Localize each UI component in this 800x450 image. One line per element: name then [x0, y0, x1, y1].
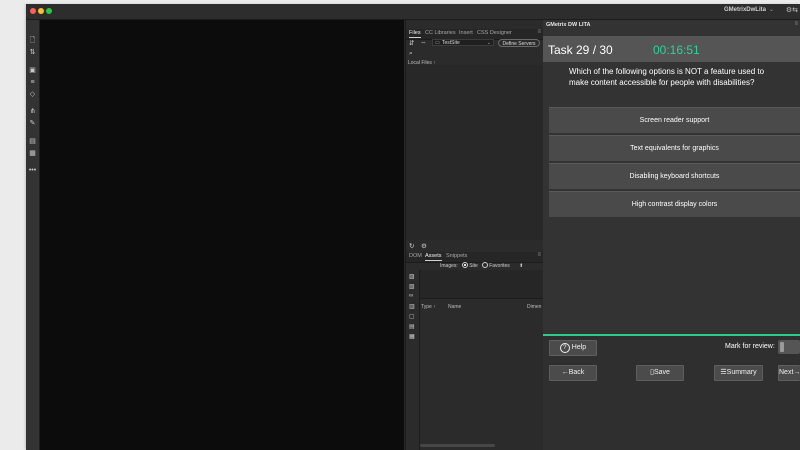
- link-icon[interactable]: ⋔: [27, 107, 38, 117]
- quiz-panel: GMetrix DW LITA ≡ Task 29 / 30 00:16:51 …: [543, 20, 800, 450]
- minimize-window-button[interactable]: [38, 8, 44, 14]
- connect-icon[interactable]: ⇔: [420, 39, 427, 46]
- quiz-panel-menu-icon[interactable]: ≡: [794, 21, 798, 27]
- align-icon[interactable]: ≡: [27, 78, 38, 88]
- column-name[interactable]: Name: [448, 304, 461, 310]
- help-icon: ?: [559, 343, 570, 353]
- more-icon[interactable]: •••: [27, 166, 38, 176]
- asset-category-bar: ▨ ▧ ∞ ▥ ▢ ▤ ▦: [406, 270, 420, 450]
- toggle-knob: [780, 342, 784, 352]
- sync-settings-icon[interactable]: ⚙︎⇆: [786, 6, 798, 14]
- column-dimensions[interactable]: Dimen: [527, 304, 541, 310]
- manage-sites-icon[interactable]: ⚙: [421, 242, 427, 250]
- refresh-icon[interactable]: ↻: [409, 242, 414, 250]
- files-panel: Files CC Libraries Insert CSS Designer ≡…: [405, 20, 544, 450]
- pen-icon[interactable]: ✎: [27, 119, 38, 129]
- colors-icon[interactable]: ▧: [409, 283, 415, 290]
- left-toolbar: 🗋 ⇅ ▣ ≡ ◇ ⋔ ✎ ▤ ▦ •••: [26, 20, 40, 450]
- tab-css-designer[interactable]: CSS Designer: [477, 30, 512, 36]
- mark-for-review-toggle[interactable]: [778, 340, 800, 354]
- comment-icon[interactable]: ▤: [27, 137, 38, 147]
- column-type[interactable]: Type ↑: [421, 304, 436, 310]
- images-scope: Images: Site Favorites ⬆: [440, 262, 524, 269]
- tab-dom[interactable]: DOM: [409, 253, 422, 259]
- favorites-radio[interactable]: [482, 262, 489, 268]
- panel-menu-icon[interactable]: ≡: [537, 29, 541, 35]
- title-bar: GMetrixDwLita ⌄ ⚙︎⇆: [26, 4, 800, 20]
- back-button[interactable]: ←Back: [549, 365, 597, 381]
- help-button[interactable]: ? Help: [549, 340, 597, 356]
- calendar-icon[interactable]: ▦: [27, 149, 38, 159]
- tab-cc-libraries[interactable]: CC Libraries: [425, 30, 456, 36]
- quiz-header: Task 29 / 30 00:16:51: [543, 36, 800, 62]
- horizontal-scrollbar[interactable]: [420, 444, 495, 447]
- search-icon[interactable]: ⌕: [409, 50, 413, 58]
- save-button[interactable]: ▯Save: [636, 365, 684, 381]
- dreamweaver-window: GMetrixDwLita ⌄ ⚙︎⇆ 🗋 ⇅ ▣ ≡ ◇ ⋔ ✎ ▤ ▦ •••…: [26, 4, 800, 450]
- timer: 00:16:51: [653, 43, 700, 57]
- asset-preview: [420, 270, 543, 299]
- pin-icon[interactable]: ⬆: [519, 263, 523, 269]
- chevron-down-icon: ⌄: [486, 40, 491, 46]
- answer-option-4[interactable]: High contrast display colors: [549, 191, 800, 217]
- tab-insert[interactable]: Insert: [459, 30, 473, 36]
- site-radio[interactable]: [462, 262, 469, 268]
- inspect-icon[interactable]: ▣: [27, 66, 38, 76]
- images-icon[interactable]: ▨: [409, 273, 415, 280]
- summary-button[interactable]: ☰Summary: [714, 365, 763, 381]
- quiz-panel-title: GMetrix DW LITA: [546, 22, 591, 28]
- scripts-icon[interactable]: ▢: [409, 313, 415, 320]
- document-area[interactable]: [40, 20, 404, 450]
- define-servers-button[interactable]: Define Servers: [498, 39, 540, 47]
- templates-icon[interactable]: ▤: [409, 323, 415, 330]
- arrows-icon[interactable]: ⇅: [27, 48, 38, 58]
- tab-files[interactable]: Files: [409, 30, 421, 38]
- answer-option-3[interactable]: Disabling keyboard shortcuts: [549, 163, 800, 189]
- task-counter: Task 29 / 30: [548, 43, 613, 57]
- arrow-left-icon: ←: [561, 369, 569, 376]
- mark-for-review-label: Mark for review:: [725, 343, 775, 350]
- workspace-switcher[interactable]: GMetrixDwLita ⌄: [724, 6, 774, 13]
- library-icon[interactable]: ▦: [409, 333, 415, 340]
- target-icon[interactable]: ◇: [27, 90, 38, 100]
- answer-option-1[interactable]: Screen reader support: [549, 107, 800, 133]
- files-list[interactable]: [406, 65, 543, 240]
- tab-snippets[interactable]: Snippets: [446, 253, 467, 259]
- site-select[interactable]: ▭ TestSite ⌄: [432, 39, 494, 46]
- assets-menu-icon[interactable]: ≡: [537, 252, 541, 258]
- progress-bar: [543, 334, 800, 336]
- close-window-button[interactable]: [30, 8, 36, 14]
- answer-option-2[interactable]: Text equivalents for graphics: [549, 135, 800, 161]
- sync-icon[interactable]: ⇵: [409, 39, 414, 47]
- file-icon[interactable]: 🗋: [27, 36, 38, 46]
- urls-icon[interactable]: ∞: [409, 293, 413, 299]
- folder-icon: ▭: [435, 40, 440, 46]
- next-button[interactable]: Next→: [778, 365, 800, 381]
- media-icon[interactable]: ▥: [409, 303, 415, 310]
- zoom-window-button[interactable]: [46, 8, 52, 14]
- arrow-right-icon: →: [793, 369, 800, 376]
- question-text: Which of the following options is NOT a …: [569, 67, 765, 87]
- tab-assets[interactable]: Assets: [425, 253, 442, 261]
